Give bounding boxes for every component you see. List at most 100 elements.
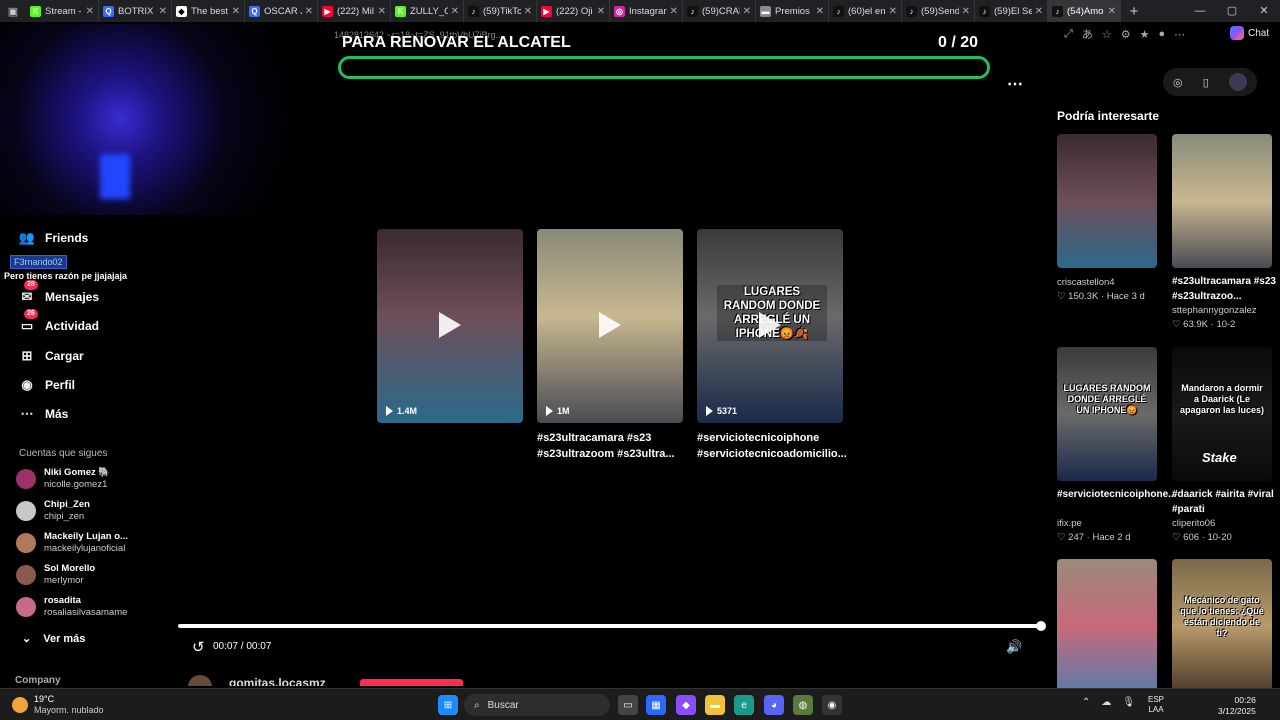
app-icon[interactable]: ◍: [793, 695, 813, 715]
browser-tab[interactable]: ♪ (59)El Se ✕: [975, 0, 1048, 22]
browser-tab[interactable]: ♪ (60)el en ✕: [829, 0, 902, 22]
browser-tab[interactable]: ◆ The best ✕: [172, 0, 245, 22]
recommended-video[interactable]: LUGARES RANDOM DONDE ARREGLÉ UN IPHONE😡: [1057, 347, 1157, 481]
video-card[interactable]: 1M: [537, 229, 683, 423]
file-explorer-icon[interactable]: ▬: [705, 695, 725, 715]
recommended-caption[interactable]: #s23ultracamara #s23 #s23ultrazoo...: [1172, 274, 1276, 304]
open-app-icon[interactable]: ⤢: [1064, 28, 1073, 41]
tab-close-icon[interactable]: ✕: [378, 6, 386, 17]
translate-icon[interactable]: あ: [1082, 26, 1093, 42]
recommended-video[interactable]: Mandaron a dormir a Daarick (Le apagaron…: [1172, 347, 1272, 481]
tray-expand-icon[interactable]: ⌃: [1082, 697, 1090, 708]
weather-widget[interactable]: 19°C Mayorm. nublado: [12, 694, 104, 716]
browser-tab[interactable]: ♪ (59)Send ✕: [902, 0, 975, 22]
sidebar-item-profile[interactable]: ◉ Perfil: [19, 377, 75, 393]
video-caption[interactable]: #serviciotecnicoiphone #serviciotecnicoa…: [697, 430, 847, 462]
recommended-video[interactable]: [1057, 134, 1157, 268]
tab-close-icon[interactable]: ✕: [1108, 6, 1116, 17]
sidebar-item-upload[interactable]: ⊞ Cargar: [19, 348, 84, 364]
extensions-icon[interactable]: ⚙: [1121, 28, 1131, 41]
browser-tab[interactable]: ▶ (222) Mil ✕: [318, 0, 391, 22]
company-link[interactable]: Company: [15, 675, 61, 686]
following-item[interactable]: Mackeily Lujan o... mackeilylujanoficial: [16, 531, 128, 555]
sidebar-item-friends[interactable]: 👥 Friends: [19, 230, 88, 246]
browser-menu-icon[interactable]: ⋯: [1174, 28, 1185, 41]
tab-close-icon[interactable]: ✕: [451, 6, 459, 17]
recommended-author[interactable]: cliperito06: [1172, 518, 1215, 529]
browser-tab[interactable]: K Stream - ✕: [26, 0, 99, 22]
store-icon[interactable]: ▦: [646, 695, 666, 715]
video-card[interactable]: 1.4M: [377, 229, 523, 423]
recommended-video[interactable]: [1057, 559, 1157, 693]
tab-close-icon[interactable]: ✕: [670, 6, 678, 17]
following-item[interactable]: Sol Morello merlymor: [16, 563, 95, 587]
tab-actions-icon[interactable]: ▣: [0, 0, 26, 22]
copilot-app-icon[interactable]: ◆: [676, 695, 696, 715]
sidebar-item-messages[interactable]: ✉ 28 Mensajes: [19, 280, 99, 305]
favorites-icon[interactable]: ★: [1140, 28, 1150, 41]
browser-tab[interactable]: ♪ (54)Amo ✕: [1048, 0, 1121, 22]
author-name[interactable]: gomitas.locasmz: [229, 676, 326, 686]
recommended-video[interactable]: [1172, 134, 1272, 268]
tab-close-icon[interactable]: ✕: [232, 6, 240, 17]
sidebar-item-more[interactable]: ⋯ Más: [19, 406, 69, 422]
favorite-star-icon[interactable]: ☆: [1102, 28, 1112, 41]
more-options-icon[interactable]: ⋯: [1007, 74, 1023, 94]
recommended-caption[interactable]: #serviciotecnicoiphone...: [1057, 487, 1176, 502]
browser-tab[interactable]: ◎ Instagran ✕: [610, 0, 683, 22]
browser-tab[interactable]: ▶ (222) Oji ✕: [537, 0, 610, 22]
browser-tab[interactable]: Q BOTRIX - ✕: [99, 0, 172, 22]
tab-close-icon[interactable]: ✕: [889, 6, 897, 17]
recommended-author[interactable]: ifix.pe: [1057, 518, 1082, 529]
obs-icon[interactable]: ◉: [822, 695, 842, 715]
microphone-icon[interactable]: 🎙: [1122, 697, 1135, 708]
following-item[interactable]: Chipi_Zen chipi_zen: [16, 499, 90, 523]
video-progress-bar[interactable]: [178, 621, 1046, 631]
tab-close-icon[interactable]: ✕: [597, 6, 605, 17]
recommended-author[interactable]: criscastellon4: [1057, 277, 1115, 288]
discord-icon[interactable]: ◕: [764, 695, 784, 715]
language-indicator[interactable]: ESP LAA: [1148, 695, 1164, 715]
onedrive-icon[interactable]: ☁: [1101, 697, 1111, 708]
progress-knob[interactable]: [1036, 621, 1046, 631]
profile-avatar-icon[interactable]: ●: [1158, 28, 1165, 40]
taskbar-clock[interactable]: 00:26 3/12/2025: [1218, 695, 1256, 717]
browser-tab[interactable]: ▬ Premios I ✕: [756, 0, 829, 22]
start-menu-icon[interactable]: ⊞: [438, 695, 458, 715]
tab-close-icon[interactable]: ✕: [962, 6, 970, 17]
compass-icon[interactable]: ◎: [1173, 76, 1183, 89]
tab-close-icon[interactable]: ✕: [816, 6, 824, 17]
replay-icon[interactable]: ↺: [192, 638, 205, 656]
video-card[interactable]: LUGARES RANDOM DONDE ARREGLÉ UN IPHONE😡🍂…: [697, 229, 843, 423]
minimize-button[interactable]: —: [1184, 0, 1216, 22]
browser-tab[interactable]: ♪ (59)TikTo ✕: [464, 0, 537, 22]
following-item[interactable]: Niki Gomez 🐘 nicolle.gomez1: [16, 467, 110, 491]
browser-tab[interactable]: ♪ (59)CRAF✕: [683, 0, 756, 22]
play-icon[interactable]: [599, 312, 621, 338]
recommended-caption[interactable]: #daarick #airita #viral #parati: [1172, 487, 1276, 517]
follow-button[interactable]: [360, 679, 463, 686]
browser-tab[interactable]: Q OSCAR JI✕: [245, 0, 318, 22]
task-view-icon[interactable]: ▭: [618, 695, 638, 715]
tab-close-icon[interactable]: ✕: [743, 6, 751, 17]
tab-close-icon[interactable]: ✕: [524, 6, 532, 17]
tab-close-icon[interactable]: ✕: [305, 6, 313, 17]
browser-tab[interactable]: K ZULLY_C ✕: [391, 0, 464, 22]
recommended-author[interactable]: sttephannygonzalez: [1172, 305, 1257, 316]
volume-icon[interactable]: 🔊: [1006, 639, 1022, 655]
see-more-button[interactable]: ⌄ Ver más: [22, 632, 85, 646]
new-tab-button[interactable]: +: [1121, 3, 1147, 20]
edge-icon[interactable]: e: [734, 695, 754, 715]
video-caption[interactable]: #s23ultracamara #s23 #s23ultrazoom #s23u…: [537, 430, 687, 462]
close-window-button[interactable]: ✕: [1248, 0, 1280, 22]
play-icon[interactable]: [759, 312, 781, 338]
play-icon[interactable]: [439, 312, 461, 338]
author-avatar[interactable]: [188, 675, 212, 686]
maximize-button[interactable]: ▢: [1216, 0, 1248, 22]
user-avatar[interactable]: [1228, 73, 1247, 91]
copilot-chat-button[interactable]: Chat: [1230, 26, 1269, 40]
recommended-video[interactable]: Mecánico de gato que lo tienes: ¿Qué est…: [1172, 559, 1272, 693]
sidebar-item-activity[interactable]: ▭ 26 Actividad: [19, 309, 99, 334]
device-icon[interactable]: ▯: [1203, 76, 1209, 89]
tab-close-icon[interactable]: ✕: [159, 6, 167, 17]
